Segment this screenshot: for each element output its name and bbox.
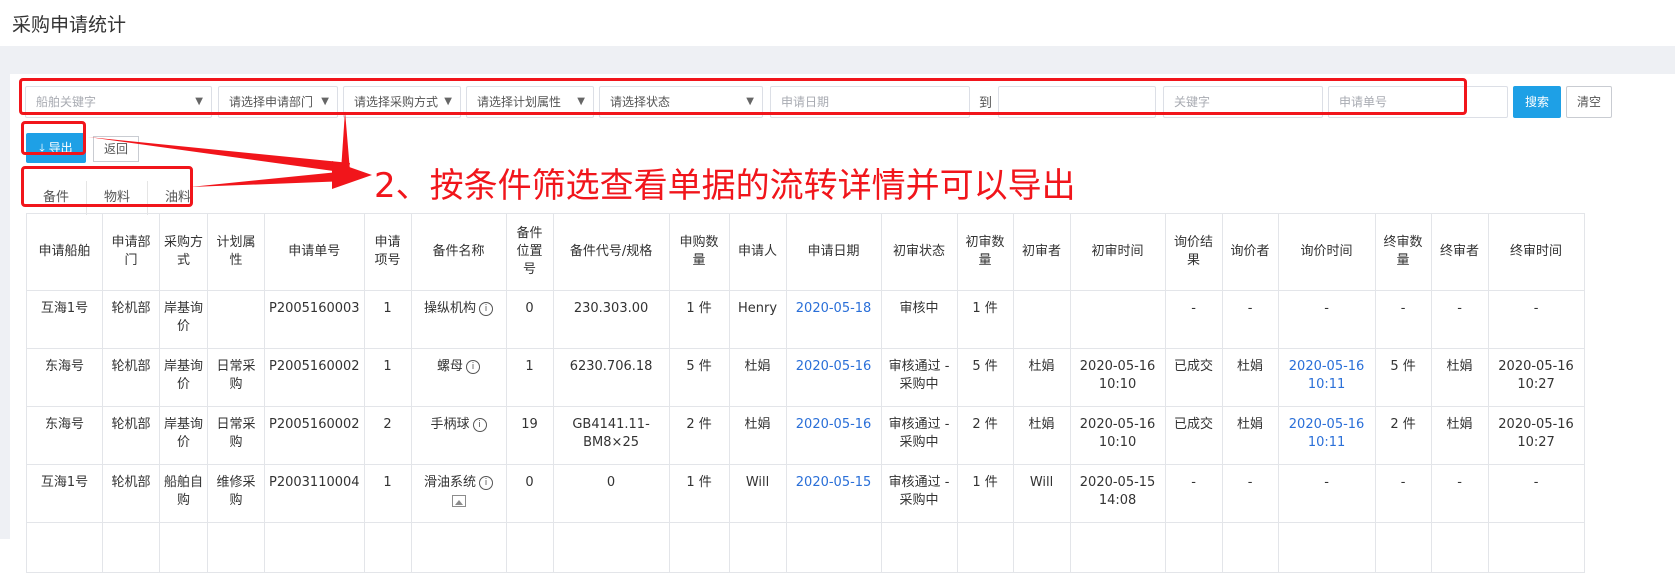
arrow-head [332,161,372,189]
arrow-from-filters [341,111,350,171]
arrow-from-tabs [190,171,348,187]
annotation-text: 2、按条件筛选查看单据的流转详情并可以导出 [374,166,1076,206]
annotation-arrows [88,111,372,189]
arrow-from-export [88,137,350,173]
